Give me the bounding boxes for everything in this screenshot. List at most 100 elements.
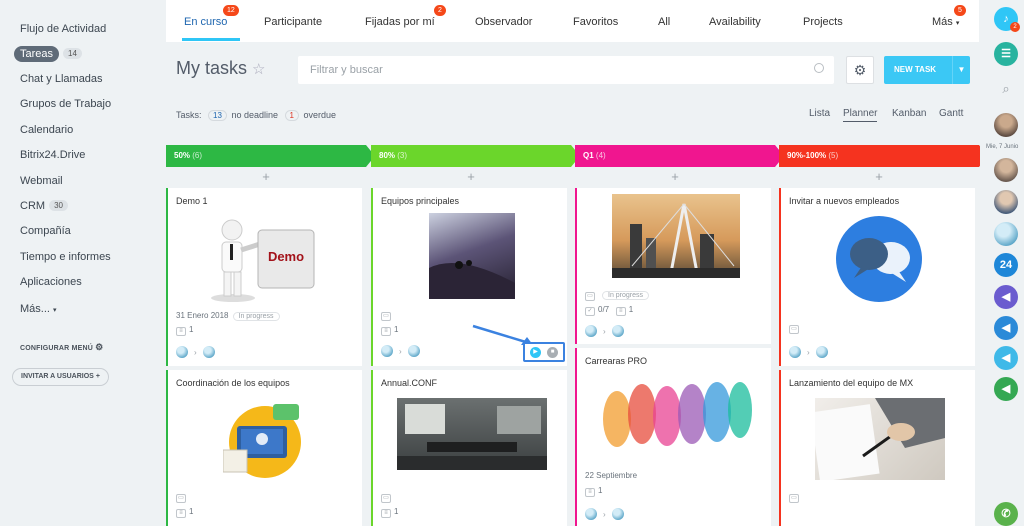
main-area: En curso 12 Participante Fijadas por mí … xyxy=(166,0,988,526)
stage-header[interactable]: Q1 (4) xyxy=(575,145,784,167)
task-card[interactable]: Equipos principales ▭ ≡ 1 › ▶ ■ xyxy=(371,188,567,366)
view-kanban[interactable]: Kanban xyxy=(892,108,926,119)
task-card[interactable]: Invitar a nuevos empleados ▭ › xyxy=(779,188,975,366)
sidebar-item-company[interactable]: Compañía xyxy=(20,225,71,237)
avatar[interactable] xyxy=(585,325,597,337)
avatar[interactable] xyxy=(611,508,624,520)
sidebar-item-webmail[interactable]: Webmail xyxy=(20,175,63,187)
megaphone-icon[interactable]: ◀ xyxy=(994,346,1018,370)
tab-en-curso-badge: 12 xyxy=(223,5,239,16)
right-sidebar: ♪ 2 ☰ ⌕ Mie, 7 Junio 24 ◀ ◀ ◀ ◀ ✆ xyxy=(980,0,1024,526)
stage-header[interactable]: 50% (6) xyxy=(166,145,375,167)
play-icon[interactable]: ▶ xyxy=(530,347,541,358)
avatar[interactable] xyxy=(202,346,215,358)
avatar[interactable] xyxy=(994,158,1018,182)
overdue-count[interactable]: 1 xyxy=(284,110,299,121)
sidebar-item-drive[interactable]: Bitrix24.Drive xyxy=(20,149,85,161)
notification-badge: 2 xyxy=(1010,22,1020,32)
tab-en-curso[interactable]: En curso xyxy=(184,16,227,28)
add-task-plus-icon[interactable]: + xyxy=(166,167,366,187)
sidebar-item-chat[interactable]: Chat y Llamadas xyxy=(20,73,103,85)
card-image xyxy=(597,374,757,460)
task-card[interactable]: Demo 1 Demo 31 Enero 2018 In progress ≡ 1 … xyxy=(166,188,362,366)
search-input[interactable]: Filtrar y buscar xyxy=(298,56,834,84)
card-image xyxy=(429,213,515,299)
chevron-right-icon: › xyxy=(399,346,402,356)
chat-icon[interactable]: ☰ xyxy=(994,42,1018,66)
crm-count-badge: 30 xyxy=(49,200,68,211)
page-title: My tasks xyxy=(176,58,248,78)
calendar-icon: ▭ xyxy=(381,494,391,503)
tab-observador[interactable]: Observador xyxy=(475,16,532,28)
avatar[interactable] xyxy=(994,222,1018,246)
phone-icon[interactable]: ✆ xyxy=(994,502,1018,526)
avatar[interactable] xyxy=(585,508,597,520)
view-lista[interactable]: Lista xyxy=(809,108,830,119)
avatar[interactable] xyxy=(789,346,801,358)
sidebar-item-time-reports[interactable]: Tiempo e informes xyxy=(20,251,111,263)
checklist-icon: ≡ xyxy=(176,509,186,518)
sidebar-item-calendar[interactable]: Calendario xyxy=(20,124,73,136)
search-icon[interactable]: ⌕ xyxy=(994,77,1018,101)
task-card[interactable]: Coordinación de los equipos ▭ ≡ 1 xyxy=(166,370,362,526)
sidebar-item-tasks[interactable]: Tareas 14 xyxy=(14,46,82,62)
add-task-plus-icon[interactable]: + xyxy=(575,167,775,187)
tab-favoritos[interactable]: Favoritos xyxy=(573,16,618,28)
chevron-down-icon: ▾ xyxy=(53,307,57,314)
chevron-down-icon[interactable]: ▼ xyxy=(952,56,970,84)
tab-projects[interactable]: Projects xyxy=(803,16,843,28)
gear-icon: ⚙ xyxy=(853,62,867,78)
tab-more-badge: 5 xyxy=(954,5,966,16)
card-image xyxy=(397,398,547,470)
card-image: Demo xyxy=(208,216,320,302)
sidebar-item-crm[interactable]: CRM 30 xyxy=(20,200,68,212)
bitrix24-icon[interactable]: 24 xyxy=(994,253,1018,277)
sidebar-item-groups[interactable]: Grupos de Trabajo xyxy=(20,98,111,110)
stage-header[interactable]: 80% (3) xyxy=(371,145,580,167)
status-badge: In progress xyxy=(232,312,280,321)
no-deadline-count[interactable]: 13 xyxy=(208,110,227,121)
add-task-plus-icon[interactable]: + xyxy=(371,167,571,187)
stage-header[interactable]: 90%-100% (5) xyxy=(779,145,988,167)
tab-all[interactable]: All xyxy=(658,16,670,28)
new-task-button[interactable]: NEW TASK ▼ xyxy=(884,56,970,84)
calendar-icon: ▭ xyxy=(381,312,391,321)
avatar[interactable] xyxy=(381,345,393,357)
kanban-column-80: 80% (3) + xyxy=(371,145,580,187)
top-tabs: En curso 12 Participante Fijadas por mí … xyxy=(166,0,979,42)
date-label: Mie, 7 Junio xyxy=(986,144,1019,150)
avatar[interactable] xyxy=(611,325,624,337)
sidebar-item-activity[interactable]: Flujo de Actividad xyxy=(20,23,106,35)
configure-menu-button[interactable]: CONFIGURAR MENÚ ⚙ xyxy=(20,342,103,353)
calendar-icon: ▭ xyxy=(789,494,799,503)
plus-icon: + xyxy=(95,373,100,380)
settings-gear-button[interactable]: ⚙ xyxy=(846,56,874,84)
megaphone-icon[interactable]: ◀ xyxy=(994,316,1018,340)
tab-participante[interactable]: Participante xyxy=(264,16,322,28)
megaphone-icon[interactable]: ◀ xyxy=(994,377,1018,401)
view-planner[interactable]: Planner xyxy=(843,108,878,122)
invite-users-button[interactable]: INVITAR A USUARIOS + xyxy=(12,368,109,386)
tab-more[interactable]: Más ▾ xyxy=(932,16,959,28)
avatar[interactable] xyxy=(994,113,1018,137)
megaphone-icon[interactable]: ◀ xyxy=(994,285,1018,309)
task-card[interactable]: Annual.CONF ▭ ≡ 1 xyxy=(371,370,567,526)
avatar[interactable] xyxy=(815,346,828,358)
add-task-plus-icon[interactable]: + xyxy=(779,167,979,187)
tasks-count-badge: 14 xyxy=(63,48,82,59)
calendar-icon: ▭ xyxy=(176,494,186,503)
card-image xyxy=(815,398,945,480)
task-card[interactable]: Carrearas PRO 22 Septiembre ≡ 1 › xyxy=(575,348,771,526)
star-icon[interactable]: ☆ xyxy=(252,60,265,78)
avatar[interactable] xyxy=(407,345,420,357)
avatar[interactable] xyxy=(994,190,1018,214)
view-gantt[interactable]: Gantt xyxy=(939,108,963,119)
task-card[interactable]: ▭ In progress ✓ 0/7 ≡ 1 › xyxy=(575,188,771,344)
sidebar-item-more[interactable]: Más... ▾ xyxy=(20,303,57,315)
avatar[interactable] xyxy=(176,346,188,358)
task-card[interactable]: Lanzamiento del equipo de MX ▭ xyxy=(779,370,975,526)
tab-fijadas[interactable]: Fijadas por mí xyxy=(365,16,435,28)
sidebar-item-apps[interactable]: Aplicaciones xyxy=(20,276,82,288)
complete-icon[interactable]: ■ xyxy=(547,347,558,358)
tab-availability[interactable]: Availability xyxy=(709,16,761,28)
